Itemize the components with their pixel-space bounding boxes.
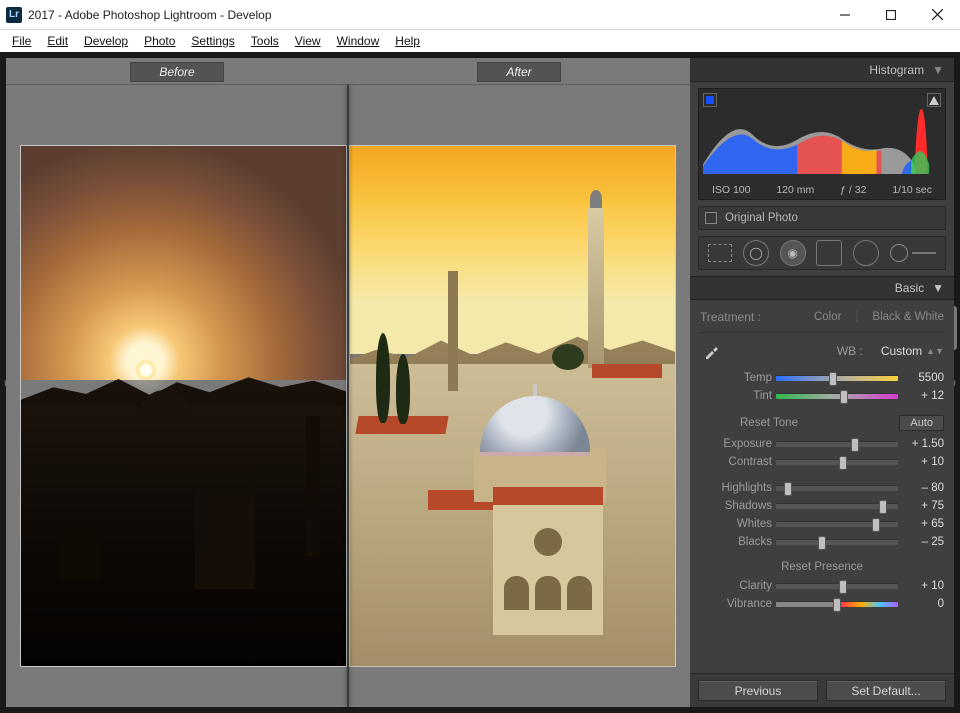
preview-area: Before After	[6, 58, 690, 707]
histogram-iso: ISO 100	[712, 184, 751, 196]
previous-button[interactable]: Previous	[698, 680, 818, 701]
tint-slider[interactable]: Tint + 12	[700, 387, 944, 405]
minimize-button[interactable]	[822, 0, 868, 30]
menu-photo[interactable]: Photo	[138, 32, 181, 50]
temp-slider[interactable]: Temp 5500	[700, 369, 944, 387]
menu-develop[interactable]: Develop	[78, 32, 134, 50]
wb-label: WB :	[837, 344, 863, 358]
before-photo	[20, 145, 347, 667]
treatment-label: Treatment :	[700, 310, 761, 324]
original-photo-checkbox[interactable]	[705, 212, 717, 224]
histogram-curve	[703, 105, 941, 174]
contrast-slider[interactable]: Contrast + 10	[700, 453, 944, 471]
eyedropper-icon[interactable]	[700, 339, 724, 363]
develop-toolstrip: ◯ ◉	[698, 236, 946, 270]
histogram-shutter: 1/10 sec	[892, 184, 932, 196]
after-photo	[349, 145, 676, 667]
menu-edit[interactable]: Edit	[41, 32, 74, 50]
basic-title: Basic	[895, 281, 924, 295]
panel-footer: Previous Set Default...	[690, 673, 954, 707]
menu-view[interactable]: View	[289, 32, 327, 50]
auto-button[interactable]: Auto	[899, 415, 944, 431]
before-image[interactable]	[6, 85, 347, 707]
compare-divider[interactable]	[347, 85, 349, 707]
set-default-button[interactable]: Set Default...	[826, 680, 946, 701]
white-balance-row: WB : Custom▲▼	[700, 333, 944, 369]
window-title: 2017 - Adobe Photoshop Lightroom - Devel…	[28, 8, 822, 22]
after-label: After	[477, 62, 560, 82]
right-panel: Histogram ▼ ISO 100 120 mm	[690, 58, 954, 707]
app-frame: ▼ ▼ ▼ ▼ Before After	[0, 52, 960, 713]
basic-header[interactable]: Basic ▼	[690, 276, 954, 300]
radial-filter-icon[interactable]	[853, 240, 879, 266]
chevron-down-icon: ▼	[932, 281, 944, 295]
menu-window[interactable]: Window	[331, 32, 386, 50]
histogram-focal: 120 mm	[776, 184, 814, 196]
titlebar: Lr 2017 - Adobe Photoshop Lightroom - De…	[0, 0, 960, 30]
reset-presence-row: Reset Presence	[700, 551, 944, 577]
blacks-slider[interactable]: Blacks – 25	[700, 533, 944, 551]
histogram-title: Histogram	[869, 63, 924, 77]
wb-dropdown[interactable]: Custom▲▼	[881, 344, 944, 358]
whites-slider[interactable]: Whites + 65	[700, 515, 944, 533]
menubar: File Edit Develop Photo Settings Tools V…	[0, 30, 960, 52]
adjustment-brush-icon[interactable]	[890, 244, 936, 262]
original-photo-label: Original Photo	[725, 212, 798, 224]
crop-tool-icon[interactable]	[708, 244, 732, 262]
before-label: Before	[130, 62, 223, 82]
menu-tools[interactable]: Tools	[245, 32, 285, 50]
vibrance-slider[interactable]: Vibrance 0	[700, 595, 944, 613]
clarity-slider[interactable]: Clarity + 10	[700, 577, 944, 595]
spot-removal-tool-icon[interactable]: ◯	[743, 240, 769, 266]
menu-file[interactable]: File	[6, 32, 37, 50]
chevron-down-icon: ▼	[932, 63, 944, 77]
exposure-slider[interactable]: Exposure + 1.50	[700, 435, 944, 453]
app-icon: Lr	[6, 7, 22, 23]
menu-settings[interactable]: Settings	[185, 32, 240, 50]
basic-panel: Basic ▼ Treatment : Color | Black & Whit…	[690, 276, 954, 673]
reset-presence-button[interactable]: Reset Presence	[781, 561, 863, 573]
histogram[interactable]: ISO 100 120 mm ƒ / 32 1/10 sec	[698, 88, 946, 200]
original-photo-row[interactable]: Original Photo	[698, 206, 946, 230]
close-button[interactable]	[914, 0, 960, 30]
histogram-header[interactable]: Histogram ▼	[690, 58, 954, 82]
menu-help[interactable]: Help	[389, 32, 426, 50]
maximize-button[interactable]	[868, 0, 914, 30]
reset-tone-button[interactable]: Reset Tone	[740, 417, 798, 429]
histogram-aperture: ƒ / 32	[840, 184, 866, 196]
highlights-slider[interactable]: Highlights – 80	[700, 479, 944, 497]
reset-tone-row: Reset Tone Auto	[700, 405, 944, 435]
redeye-tool-icon[interactable]: ◉	[780, 240, 806, 266]
after-image[interactable]	[349, 85, 690, 707]
treatment-row: Treatment : Color | Black & White	[700, 306, 944, 333]
treatment-bw[interactable]: Black & White	[872, 311, 944, 323]
shadows-slider[interactable]: Shadows + 75	[700, 497, 944, 515]
treatment-color[interactable]: Color	[814, 311, 841, 323]
graduated-filter-icon[interactable]	[816, 240, 842, 266]
